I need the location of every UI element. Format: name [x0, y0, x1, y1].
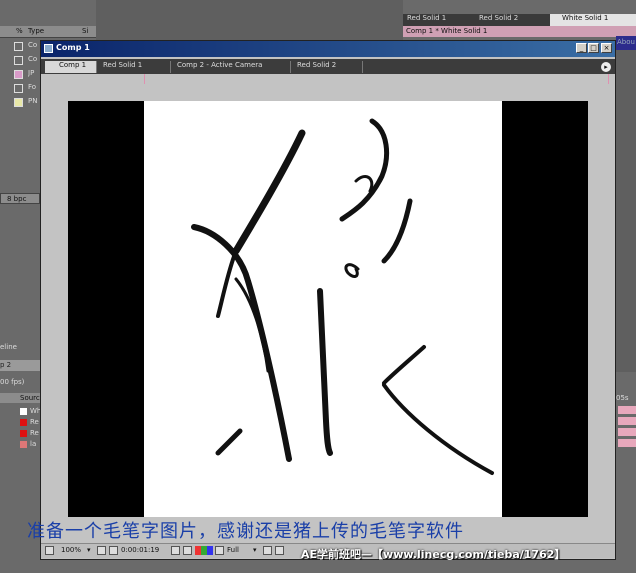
- layer-color-swatch: [20, 408, 27, 415]
- layer-color-swatch: [20, 419, 27, 426]
- project-column-header[interactable]: % Type Si: [0, 26, 96, 38]
- timeline-fps: 00 fps): [0, 378, 25, 386]
- layer-tab-bar: Red Solid 1 Red Solid 2 White Solid 1: [403, 14, 636, 26]
- column-icon: %: [16, 27, 23, 35]
- transparency-grid-icon[interactable]: [275, 546, 284, 555]
- label-color-swatch: [14, 56, 23, 65]
- time-ruler-label: 05s: [616, 394, 629, 402]
- layer-bar[interactable]: [618, 417, 636, 425]
- project-item-name: JP: [28, 69, 35, 77]
- comp-canvas[interactable]: [144, 101, 502, 517]
- calligraphy-character-image: [191, 118, 494, 475]
- maximize-button[interactable]: □: [588, 43, 599, 53]
- rgb-channels-icon[interactable]: [195, 546, 213, 555]
- source-name-label: Sourc: [20, 394, 40, 402]
- layer-name: Re: [30, 418, 39, 426]
- bit-depth-button[interactable]: 8 bpc: [0, 193, 40, 204]
- tab-red-solid-2[interactable]: Red Solid 2: [293, 61, 363, 73]
- ruler-guide-marker: [608, 74, 609, 84]
- window-title: Comp 1: [56, 43, 90, 52]
- layer-color-swatch: [20, 441, 27, 448]
- layer-color-swatch: [20, 430, 27, 437]
- layer-row[interactable]: la: [0, 439, 40, 450]
- composition-window: Comp 1 _ □ × Comp 1 Red Solid 1 Comp 2 -…: [27, 40, 616, 561]
- resolution-dropdown[interactable]: Full: [227, 546, 239, 554]
- layer-name: Re: [30, 429, 39, 437]
- project-item[interactable]: Co: [0, 40, 40, 53]
- layer-breadcrumb-text: Comp 1 * White Solid 1: [406, 27, 488, 35]
- project-item-name: Co: [28, 55, 38, 63]
- label-color-swatch: [14, 84, 23, 93]
- title-bar[interactable]: Comp 1 _ □ ×: [41, 41, 615, 57]
- layer-tab-red-solid-1[interactable]: Red Solid 1: [403, 14, 473, 26]
- tab-red-solid-1[interactable]: Red Solid 1: [99, 61, 171, 73]
- layer-bar[interactable]: [618, 439, 636, 447]
- composition-tab-bar: Comp 1 Red Solid 1 Comp 2 - Active Camer…: [41, 59, 615, 74]
- project-item[interactable]: JP: [0, 68, 40, 81]
- column-type[interactable]: Type: [28, 27, 44, 35]
- project-item[interactable]: Fo: [0, 82, 40, 95]
- project-item[interactable]: PN: [0, 96, 40, 109]
- source-name-column[interactable]: Sourc: [0, 393, 40, 403]
- composition-icon: [44, 44, 53, 53]
- column-size[interactable]: Si: [82, 27, 88, 35]
- timeline-tab-label: p 2: [0, 361, 12, 369]
- timeline-title: eline: [0, 343, 17, 351]
- timeline-tab[interactable]: p 2: [0, 360, 40, 371]
- tab-comp-2-active-camera[interactable]: Comp 2 - Active Camera: [173, 61, 291, 73]
- composition-viewer[interactable]: [68, 101, 588, 517]
- panel-menu-icon[interactable]: ▸: [601, 62, 611, 72]
- grid-icon[interactable]: [97, 546, 106, 555]
- project-item-name: Co: [28, 41, 38, 49]
- chevron-down-icon[interactable]: ▾: [253, 546, 257, 554]
- info-panel-tab[interactable]: Abou: [616, 36, 636, 50]
- layer-bar[interactable]: [618, 428, 636, 436]
- tab-comp-1[interactable]: Comp 1: [45, 61, 97, 73]
- region-of-interest-icon[interactable]: [263, 546, 272, 555]
- ruler-guide-marker: [144, 74, 145, 84]
- minimize-button[interactable]: _: [576, 43, 587, 53]
- project-item-name: PN: [28, 97, 38, 105]
- layer-breadcrumb: Comp 1 * White Solid 1: [403, 26, 636, 37]
- bottom-strip: [0, 560, 636, 573]
- snapshot-icon[interactable]: [171, 546, 180, 555]
- project-item[interactable]: Co: [0, 54, 40, 67]
- region-icon[interactable]: [215, 546, 224, 555]
- show-channel-icon[interactable]: [183, 546, 192, 555]
- current-time[interactable]: 0:00:01:19: [121, 546, 159, 554]
- layer-tab-red-solid-2[interactable]: Red Solid 2: [475, 14, 547, 26]
- project-item-name: Fo: [28, 83, 37, 91]
- layer-tab-white-solid-1[interactable]: White Solid 1: [550, 14, 636, 26]
- tutorial-caption: 准备一个毛笔字图片，感谢还是猪上传的毛笔字软件: [27, 521, 464, 542]
- layer-row[interactable]: Re: [0, 417, 40, 428]
- mask-view-icon[interactable]: [109, 546, 118, 555]
- bit-depth-label: 8 bpc: [7, 195, 27, 203]
- magnification-dropdown[interactable]: 100%: [61, 546, 81, 554]
- always-preview-icon[interactable]: [45, 546, 54, 555]
- layer-row[interactable]: Re: [0, 428, 40, 439]
- close-button[interactable]: ×: [601, 43, 612, 53]
- layer-bar[interactable]: [618, 406, 636, 414]
- layer-name: la: [30, 440, 37, 448]
- info-panel-label: Abou: [617, 38, 635, 46]
- chevron-down-icon[interactable]: ▾: [87, 546, 91, 554]
- label-color-swatch: [14, 98, 23, 107]
- layer-row[interactable]: Whi: [0, 406, 43, 417]
- label-color-swatch: [14, 42, 23, 51]
- label-color-swatch: [14, 70, 23, 79]
